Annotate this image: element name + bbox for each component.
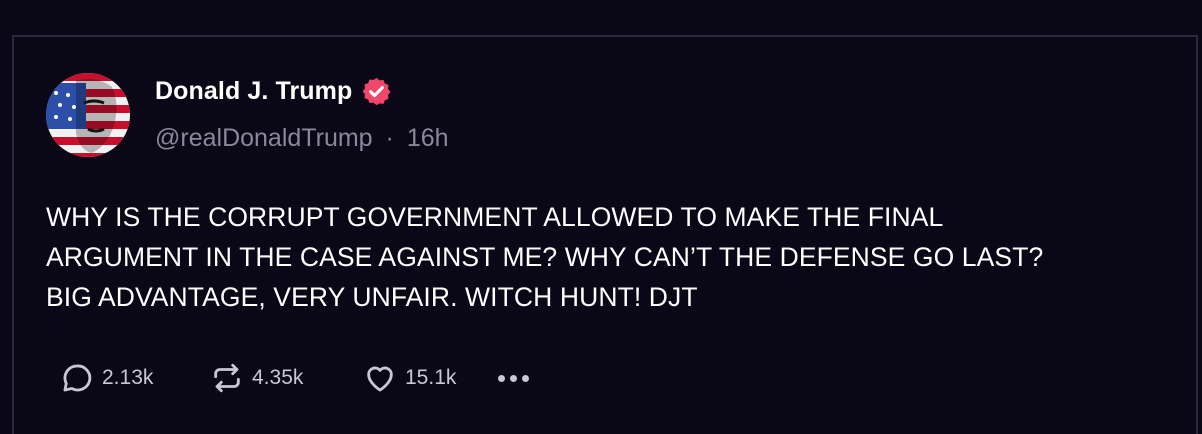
author-handle[interactable]: @realDonaldTrump [155, 124, 373, 152]
author-display-name[interactable]: Donald J. Trump [155, 76, 392, 107]
avatar[interactable] [46, 73, 130, 157]
heart-icon [363, 361, 397, 395]
dot [498, 374, 505, 382]
reply-count: 2.13k [102, 366, 154, 389]
post-text-line: ARGUMENT IN THE CASE AGAINST ME? WHY CAN… [46, 242, 1044, 272]
author-name-text[interactable]: Donald J. Trump [155, 77, 352, 106]
post-body: WHY IS THE CORRUPT GOVERNMENT ALLOWED TO… [46, 197, 1176, 317]
like-count: 15.1k [405, 366, 457, 389]
repost-count: 4.35k [252, 366, 304, 389]
speech-bubble-icon [60, 361, 94, 395]
repost-arrows-icon [210, 361, 244, 395]
verified-badge-icon [361, 76, 392, 107]
repost-button[interactable]: 4.35k [210, 361, 363, 395]
dot [522, 374, 529, 382]
dot [510, 374, 517, 382]
author-handle-row: @realDonaldTrump · 16h [155, 124, 449, 153]
post-timestamp[interactable]: 16h [407, 124, 449, 152]
like-button[interactable]: 15.1k [363, 361, 498, 395]
post-actions-bar: 2.13k 4.35k 15.1k [60, 358, 529, 398]
ellipsis-icon[interactable] [498, 374, 529, 382]
post-text-line: WHY IS THE CORRUPT GOVERNMENT ALLOWED TO… [46, 202, 944, 232]
post-text-line: BIG ADVANTAGE, VERY UNFAIR. WITCH HUNT! … [46, 282, 698, 312]
post-page: Donald J. Trump @realDonaldTrump · 16h W… [0, 0, 1202, 434]
separator-dot: · [385, 124, 394, 152]
reply-button[interactable]: 2.13k [60, 361, 210, 395]
